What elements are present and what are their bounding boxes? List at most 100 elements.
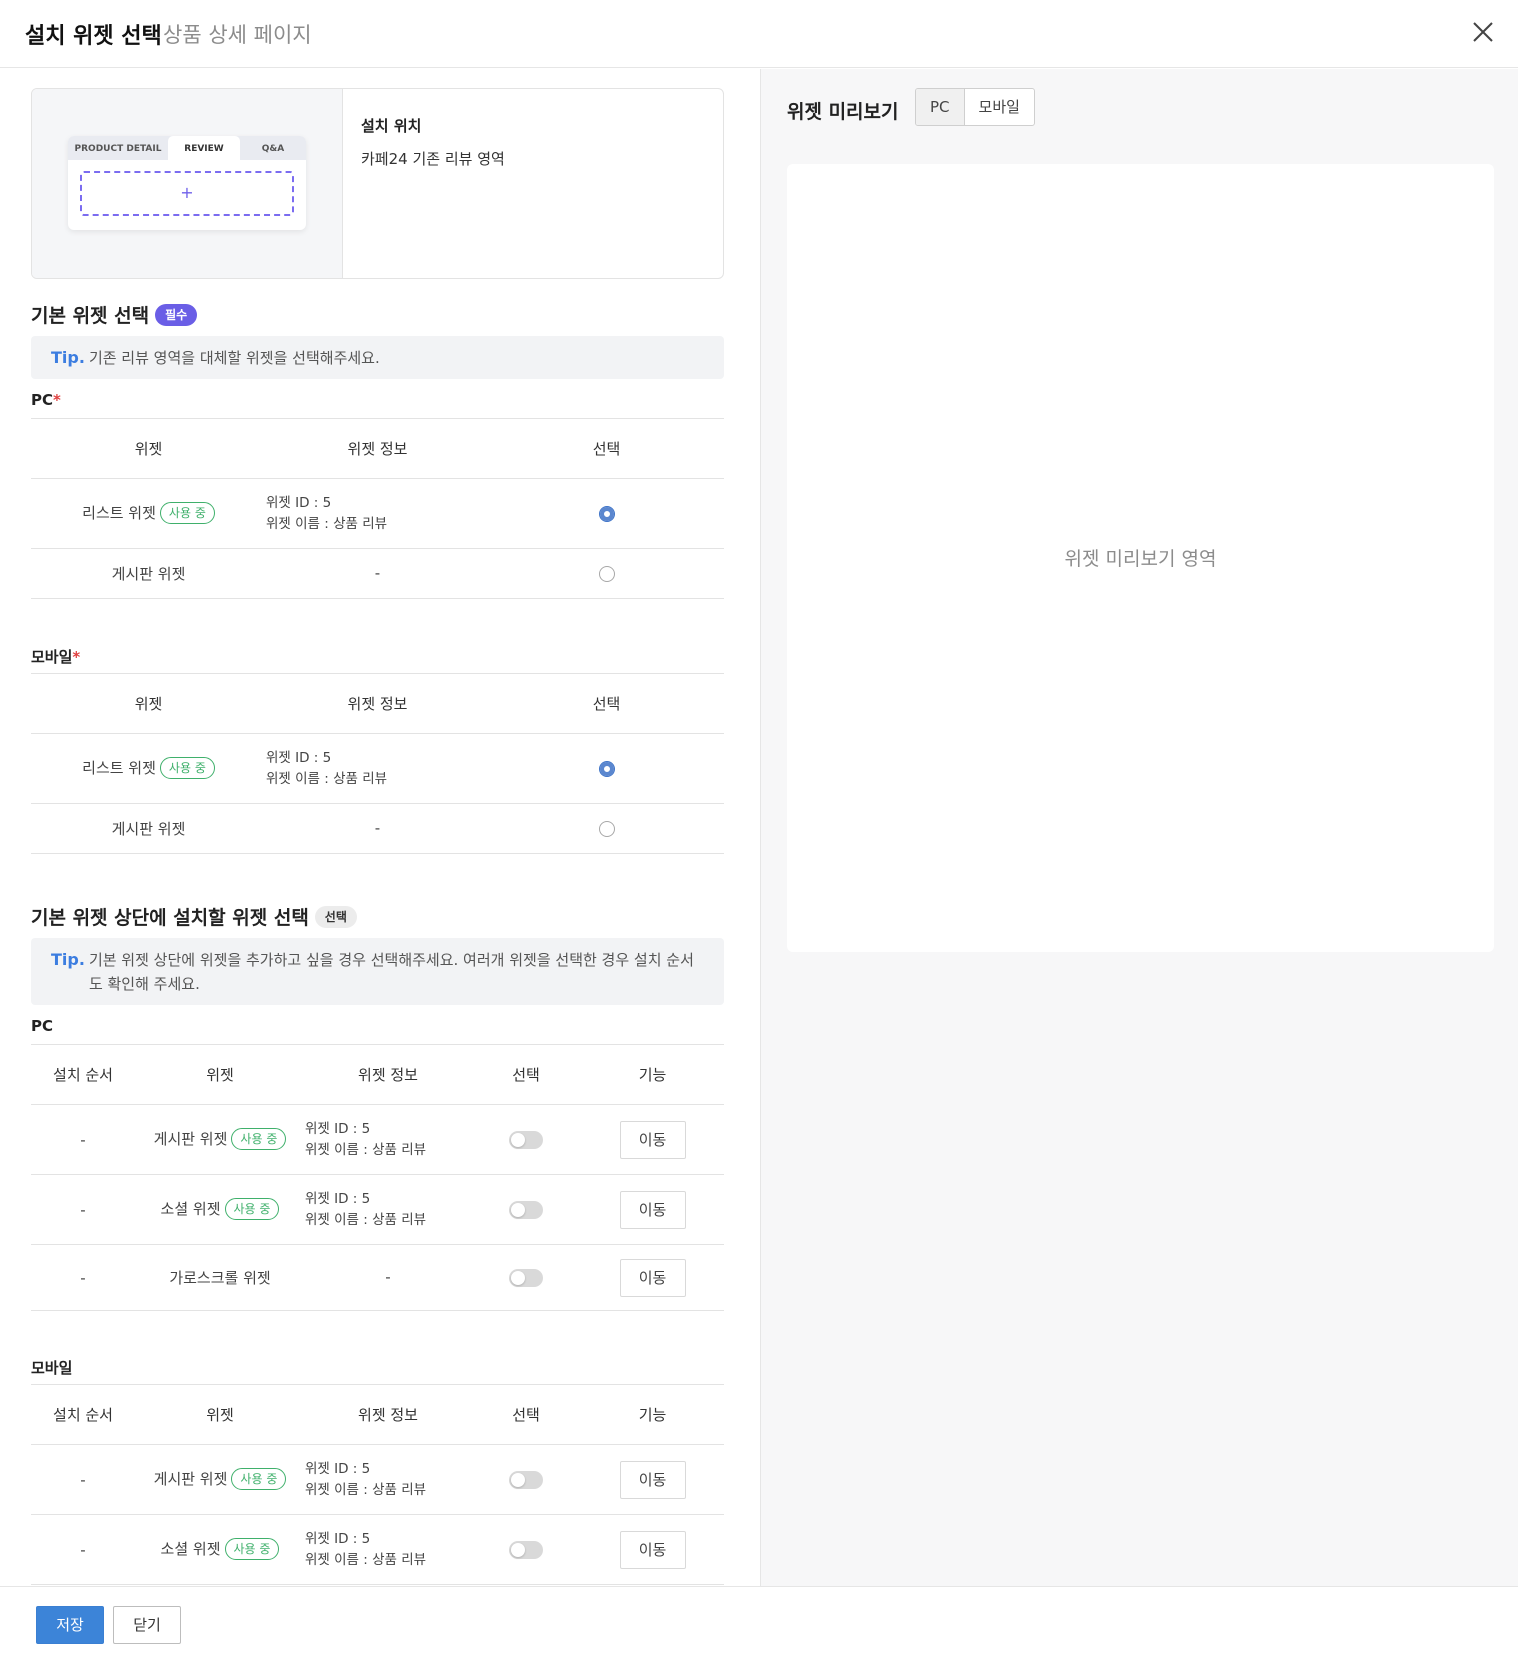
basic-widget-tip: Tip. 기존 리뷰 영역을 대체할 위젯을 선택해주세요. bbox=[31, 336, 724, 379]
widget-id: 위젯 ID : 5 bbox=[266, 494, 332, 511]
preview-area: 위젯 미리보기 영역 bbox=[787, 164, 1494, 952]
widget-info-cell: 위젯 ID : 5 위젯 이름 : 상품 리뷰 bbox=[266, 478, 489, 549]
table-row: - 게시판 위젯 사용 중 위젯 ID : 5 위젯 이름 : 상품 리뷰 이동 bbox=[31, 1444, 724, 1515]
col-widget: 위젯 bbox=[31, 673, 266, 734]
widget-name: 게시판 위젯 bbox=[111, 565, 186, 583]
location-label: 설치 위치 bbox=[361, 117, 422, 135]
col-widget-info: 위젯 정보 bbox=[305, 1044, 471, 1105]
modal-footer: 저장 닫기 bbox=[0, 1586, 1518, 1660]
preview-placeholder: 위젯 미리보기 영역 bbox=[1064, 548, 1217, 570]
col-select: 선택 bbox=[471, 1044, 581, 1105]
col-widget-info: 위젯 정보 bbox=[305, 1384, 471, 1445]
move-button[interactable]: 이동 bbox=[619, 1120, 686, 1159]
top-mobile-label: 모바일 bbox=[31, 1359, 73, 1377]
widget-name-info: 위젯 이름 : 상품 리뷰 bbox=[305, 1141, 427, 1158]
preview-title: 위젯 미리보기 bbox=[787, 101, 899, 123]
function-cell: 이동 bbox=[581, 1104, 724, 1175]
basic-widget-section-title: 기본 위젯 선택 필수 bbox=[31, 301, 198, 328]
in-use-badge: 사용 중 bbox=[159, 501, 215, 524]
select-cell bbox=[489, 548, 724, 599]
location-info: 설치 위치 카페24 기존 리뷰 영역 bbox=[361, 115, 505, 169]
preview-tab-mobile[interactable]: 모바일 bbox=[965, 89, 1034, 125]
basic-pc-label: PC* bbox=[31, 391, 61, 409]
table-header-row: 설치 순서 위젯 위젯 정보 선택 기능 bbox=[31, 1384, 724, 1445]
close-icon[interactable] bbox=[1465, 14, 1501, 50]
illustration-tab-product-detail: PRODUCT DETAIL bbox=[74, 144, 162, 154]
widget-toggle[interactable] bbox=[509, 1540, 543, 1559]
order-cell: - bbox=[31, 1244, 135, 1311]
save-button[interactable]: 저장 bbox=[36, 1606, 104, 1644]
table-row: 게시판 위젯 - bbox=[31, 803, 724, 854]
widget-id: 위젯 ID : 5 bbox=[305, 1530, 371, 1547]
table-row: 게시판 위젯 - bbox=[31, 548, 724, 599]
order-cell: - bbox=[31, 1444, 135, 1515]
select-cell bbox=[489, 478, 724, 549]
widget-info-cell: - bbox=[266, 803, 489, 854]
widget-radio[interactable] bbox=[598, 821, 615, 837]
col-select: 선택 bbox=[489, 418, 724, 479]
modal-header: 설치 위젯 선택 상품 상세 페이지 bbox=[0, 0, 1518, 68]
in-use-badge: 사용 중 bbox=[224, 1537, 280, 1560]
widget-name: 게시판 위젯 bbox=[111, 820, 186, 838]
move-button[interactable]: 이동 bbox=[619, 1460, 686, 1499]
widget-cell: 리스트 위젯 사용 중 bbox=[31, 478, 266, 549]
modal-subtitle: 상품 상세 페이지 bbox=[163, 23, 312, 47]
widget-cell: 가로스크롤 위젯 bbox=[135, 1244, 305, 1311]
widget-toggle[interactable] bbox=[509, 1200, 543, 1219]
install-location-card: PRODUCT DETAIL REVIEW Q&A + 설치 위치 카페24 기… bbox=[31, 88, 724, 279]
widget-info-cell: - bbox=[266, 548, 489, 599]
widget-name: 게시판 위젯 bbox=[153, 1130, 228, 1149]
close-button[interactable]: 닫기 bbox=[113, 1606, 181, 1644]
move-button[interactable]: 이동 bbox=[619, 1190, 686, 1229]
top-pc-label: PC bbox=[31, 1017, 54, 1035]
top-widget-title-text: 기본 위젯 상단에 설치할 위젯 선택 bbox=[31, 907, 309, 929]
widget-toggle[interactable] bbox=[509, 1130, 543, 1149]
widget-radio-selected[interactable] bbox=[598, 506, 615, 522]
col-function: 기능 bbox=[581, 1044, 724, 1105]
widget-name: 리스트 위젯 bbox=[82, 504, 156, 523]
widget-info-cell: 위젯 ID : 5 위젯 이름 : 상품 리뷰 bbox=[305, 1514, 471, 1585]
select-cell bbox=[489, 803, 724, 854]
widget-radio-selected[interactable] bbox=[598, 761, 615, 777]
widget-id: 위젯 ID : 5 bbox=[266, 749, 332, 766]
top-widget-tip: Tip. 기본 위젯 상단에 위젯을 추가하고 싶을 경우 선택해주세요. 여러… bbox=[31, 938, 724, 1005]
location-illustration: PRODUCT DETAIL REVIEW Q&A + bbox=[32, 89, 343, 278]
widget-toggle[interactable] bbox=[509, 1268, 543, 1287]
table-row: - 소셜 위젯 사용 중 위젯 ID : 5 위젯 이름 : 상품 리뷰 이동 bbox=[31, 1514, 724, 1585]
widget-cell: 소셜 위젯 사용 중 bbox=[135, 1514, 305, 1585]
col-widget-info: 위젯 정보 bbox=[266, 673, 489, 734]
preview-panel: 위젯 미리보기 PC 모바일 위젯 미리보기 영역 bbox=[761, 69, 1518, 1586]
modal-title: 설치 위젯 선택 bbox=[25, 24, 162, 49]
widget-name: 게시판 위젯 bbox=[153, 1470, 228, 1489]
order-cell: - bbox=[31, 1514, 135, 1585]
widget-toggle[interactable] bbox=[509, 1470, 543, 1489]
select-cell bbox=[471, 1174, 581, 1245]
function-cell: 이동 bbox=[581, 1514, 724, 1585]
required-mark: * bbox=[72, 648, 81, 666]
col-function: 기능 bbox=[581, 1384, 724, 1445]
col-widget: 위젯 bbox=[31, 418, 266, 479]
widget-name-info: 위젯 이름 : 상품 리뷰 bbox=[266, 515, 388, 532]
required-badge: 필수 bbox=[155, 303, 198, 326]
tip-text: 기존 리뷰 영역을 대체할 위젯을 선택해주세요. bbox=[88, 349, 380, 367]
widget-cell: 소셜 위젯 사용 중 bbox=[135, 1174, 305, 1245]
tip-text: 기본 위젯 상단에 위젯을 추가하고 싶을 경우 선택해주세요. 여러개 위젯을… bbox=[88, 951, 694, 993]
in-use-badge: 사용 중 bbox=[231, 1467, 287, 1490]
preview-tab-pc[interactable]: PC bbox=[916, 89, 965, 125]
widget-info-cell: 위젯 ID : 5 위젯 이름 : 상품 리뷰 bbox=[266, 733, 489, 804]
select-cell bbox=[471, 1104, 581, 1175]
function-cell: 이동 bbox=[581, 1174, 724, 1245]
widget-radio[interactable] bbox=[598, 566, 615, 582]
table-row: 리스트 위젯 사용 중 위젯 ID : 5 위젯 이름 : 상품 리뷰 bbox=[31, 733, 724, 804]
widget-name-info: 위젯 이름 : 상품 리뷰 bbox=[305, 1551, 427, 1568]
illustration-tab-review: REVIEW bbox=[168, 136, 240, 160]
widget-name: 소셜 위젯 bbox=[160, 1540, 221, 1559]
widget-id: 위젯 ID : 5 bbox=[305, 1190, 371, 1207]
table-header-row: 설치 순서 위젯 위젯 정보 선택 기능 bbox=[31, 1044, 724, 1105]
move-button[interactable]: 이동 bbox=[619, 1258, 686, 1297]
move-button[interactable]: 이동 bbox=[619, 1530, 686, 1569]
col-install-order: 설치 순서 bbox=[31, 1044, 135, 1105]
widget-cell: 게시판 위젯 사용 중 bbox=[135, 1444, 305, 1515]
col-select: 선택 bbox=[471, 1384, 581, 1445]
required-mark: * bbox=[53, 391, 61, 409]
